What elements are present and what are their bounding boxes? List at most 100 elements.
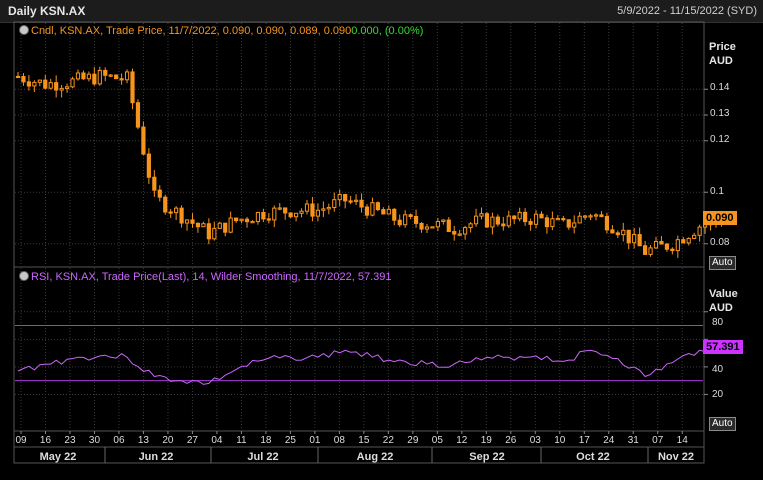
- price-candle: [648, 247, 653, 255]
- x-tick-label: 03: [530, 435, 542, 446]
- x-tick-label: 05: [432, 435, 444, 446]
- price-candle: [75, 72, 81, 80]
- price-candle: [244, 218, 250, 223]
- rsi-line: [17, 342, 727, 385]
- price-candle: [86, 73, 91, 80]
- price-candle: [163, 196, 168, 213]
- rsi-legend[interactable]: RSI, KSN.AX, Trade Price(Last), 14, Wild…: [19, 271, 392, 283]
- price-candle: [70, 78, 75, 88]
- price-tick-label: 0.13: [710, 108, 730, 119]
- price-candle: [37, 79, 42, 83]
- price-candle: [593, 214, 599, 217]
- price-candle: [599, 214, 604, 218]
- price-last-value-tag: 0.090: [703, 211, 737, 225]
- price-candle: [533, 213, 539, 225]
- price-candle: [550, 218, 555, 228]
- price-candle: [692, 234, 697, 239]
- price-candle: [261, 211, 266, 220]
- price-axis-title: Price: [709, 41, 736, 53]
- price-candle: [283, 207, 288, 214]
- price-candle: [457, 233, 462, 236]
- x-tick-label: 25: [285, 435, 297, 446]
- price-candle: [473, 215, 479, 225]
- x-tick-label: 24: [603, 435, 615, 446]
- month-label: May 22: [40, 451, 77, 463]
- price-candle: [92, 73, 97, 85]
- price-candle: [26, 81, 32, 87]
- price-candle: [615, 232, 620, 236]
- price-candle: [397, 219, 402, 226]
- x-tick-label: 18: [260, 435, 272, 446]
- price-candle: [468, 223, 473, 229]
- price-candle: [419, 222, 424, 230]
- price-candle: [359, 199, 364, 208]
- x-tick-label: 12: [456, 435, 468, 446]
- price-candle: [179, 207, 184, 224]
- price-candle: [206, 223, 211, 240]
- price-candle: [43, 79, 48, 89]
- price-candle: [266, 218, 271, 221]
- price-candle: [157, 189, 162, 198]
- price-legend-change: 0.000, (0.00%): [351, 25, 424, 37]
- price-legend[interactable]: Cndl, KSN.AX, Trade Price, 11/7/2022, 0.…: [19, 25, 423, 37]
- x-tick-label: 30: [89, 435, 101, 446]
- x-tick-label: 31: [628, 435, 640, 446]
- price-candle: [146, 153, 151, 178]
- price-candle: [435, 220, 440, 228]
- price-candle: [321, 208, 326, 211]
- price-candle: [555, 218, 560, 221]
- price-candle: [201, 223, 206, 228]
- price-auto-scale-button[interactable]: Auto: [709, 256, 736, 270]
- price-candle: [544, 217, 550, 228]
- rsi-tick-label: 80: [712, 317, 724, 328]
- x-tick-label: 14: [677, 435, 689, 446]
- x-tick-label: 10: [554, 435, 566, 446]
- price-candle: [446, 219, 451, 233]
- price-candle: [632, 234, 637, 244]
- x-tick-label: 20: [162, 435, 174, 446]
- price-candle: [626, 229, 631, 244]
- price-candle: [97, 69, 102, 85]
- legend-toggle-icon[interactable]: [19, 271, 29, 281]
- price-candle: [212, 227, 217, 240]
- price-candle: [195, 222, 201, 228]
- price-candle: [441, 219, 446, 222]
- x-tick-label: 11: [236, 435, 247, 446]
- month-label: Nov 22: [658, 451, 694, 463]
- rsi-auto-scale-button[interactable]: Auto: [709, 417, 736, 431]
- price-candle: [64, 86, 70, 89]
- price-candle: [370, 202, 375, 216]
- rsi-last-value-tag: 57.391: [703, 340, 743, 354]
- price-candle: [315, 209, 321, 217]
- price-candle: [642, 245, 648, 255]
- price-candle: [234, 217, 239, 222]
- month-label: Sep 22: [469, 451, 504, 463]
- rsi-legend-text: RSI, KSN.AX, Trade Price(Last), 14, Wild…: [31, 271, 392, 283]
- price-candle: [15, 75, 21, 79]
- x-tick-label: 22: [383, 435, 395, 446]
- x-tick-label: 08: [334, 435, 346, 446]
- price-axis-header: Price AUD: [709, 40, 736, 68]
- price-candle: [337, 193, 342, 201]
- price-candle: [141, 126, 146, 155]
- price-candle: [326, 206, 331, 210]
- price-candle: [512, 215, 517, 220]
- price-candle: [430, 226, 435, 229]
- price-tick-label: 0.14: [710, 82, 730, 93]
- legend-toggle-icon[interactable]: [19, 25, 29, 35]
- price-candle: [561, 218, 566, 221]
- price-candle: [124, 71, 130, 81]
- price-candle: [299, 210, 304, 214]
- x-tick-label: 07: [652, 435, 664, 446]
- price-candle: [381, 209, 386, 215]
- x-tick-label: 16: [40, 435, 52, 446]
- price-candle: [413, 216, 419, 224]
- price-candle: [566, 219, 571, 228]
- price-candle: [103, 69, 108, 76]
- rsi-axis-title: Value: [709, 288, 738, 300]
- rsi-tick-label: 20: [712, 389, 724, 400]
- price-candle: [523, 211, 528, 223]
- price-candle: [304, 203, 310, 212]
- price-candle: [697, 226, 702, 236]
- price-candle: [168, 211, 173, 214]
